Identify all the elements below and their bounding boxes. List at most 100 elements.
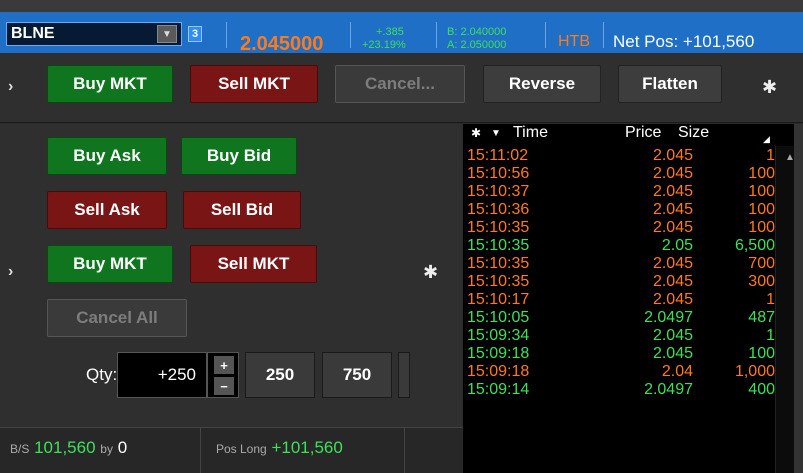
chevron-right-icon[interactable]: › (8, 263, 13, 281)
ts-size: 700 (748, 255, 775, 272)
gear-icon[interactable]: ✱ (423, 262, 438, 283)
ts-size: 100 (748, 165, 775, 182)
ts-time: 15:10:17 (467, 291, 530, 308)
ts-size: 6,500 (734, 237, 775, 254)
divider (545, 22, 546, 48)
ts-time: 15:10:35 (467, 237, 530, 254)
sell-mkt-button[interactable]: Sell MKT (190, 65, 318, 103)
ts-header-price[interactable]: Price (625, 124, 661, 142)
chevron-right-icon[interactable]: › (8, 78, 13, 96)
time-and-sales: ✱ ▼ Time Price Size ◢ 15:11:02 2.045 1 15:1… (463, 124, 803, 473)
position-status-bar: B/S 101,560 by 0 Pos Long +101,560 (0, 427, 462, 473)
ts-price: 2.045 (652, 219, 693, 236)
sell-ask-button[interactable]: Sell Ask (47, 191, 167, 229)
ts-size: 100 (748, 201, 775, 218)
ts-size: 300 (748, 273, 775, 290)
ts-price: 2.045 (652, 147, 693, 164)
qty-preset-250[interactable]: 250 (245, 352, 315, 398)
net-position: Net Pos: +101,560 (613, 32, 755, 51)
ts-time: 15:09:18 (467, 345, 530, 362)
ts-price: 2.045 (652, 183, 693, 200)
ts-time: 15:09:18 (467, 363, 530, 380)
ts-price: 2.045 (652, 201, 693, 218)
ts-row: 15:11:02 2.045 1 (463, 147, 775, 165)
ts-time: 15:10:05 (467, 309, 530, 326)
buy-bid-button[interactable]: Buy Bid (181, 137, 297, 175)
gear-icon[interactable]: ✱ (762, 77, 777, 98)
cancel-button[interactable]: Cancel... (335, 65, 465, 103)
ts-size: 100 (748, 219, 775, 236)
decrement-button[interactable]: − (214, 377, 234, 395)
ts-header-time[interactable]: Time (513, 124, 548, 142)
ts-row: 15:10:37 2.045 100 (463, 183, 775, 201)
bs-status: B/S 101,560 by 0 (10, 438, 127, 458)
ts-row: 15:10:35 2.045 700 (463, 255, 775, 273)
buy-mkt-button-panel[interactable]: Buy MKT (47, 245, 173, 283)
ts-row: 15:10:35 2.045 100 (463, 219, 775, 237)
ts-row: 15:10:35 2.045 300 (463, 273, 775, 291)
bs-label: B/S (10, 442, 30, 456)
ts-time: 15:10:35 (467, 219, 530, 236)
ts-size: 1,000 (734, 363, 775, 380)
bs-value: 101,560 (34, 438, 96, 457)
resize-corner-icon[interactable]: ◢ (763, 134, 770, 145)
qty-preset-more[interactable] (398, 352, 410, 398)
ts-time: 15:11:02 (467, 147, 529, 164)
sell-mkt-button-panel[interactable]: Sell MKT (190, 245, 317, 283)
ts-price: 2.04 (661, 363, 693, 380)
symbol-input[interactable]: BLNE ▼ (6, 22, 182, 46)
ts-size: 487 (748, 309, 775, 326)
pos-label: Pos Long (216, 442, 267, 456)
ts-size: 100 (748, 183, 775, 200)
ts-price: 2.045 (652, 327, 693, 344)
qty-preset-750[interactable]: 750 (322, 352, 392, 398)
divider (404, 428, 405, 473)
htb-badge: HTB (558, 33, 590, 50)
chevron-down-icon[interactable]: ▼ (157, 25, 177, 43)
ts-row: 15:09:34 2.045 1 (463, 327, 775, 345)
ts-size: 400 (748, 381, 775, 398)
ts-price: 2.045 (652, 291, 693, 308)
ts-row: 15:09:18 2.045 100 (463, 345, 775, 363)
qty-input[interactable]: +250 (117, 352, 207, 398)
qty-label: Qty: (86, 365, 118, 384)
gear-icon[interactable]: ✱ (471, 126, 481, 140)
ts-price: 2.045 (652, 345, 693, 362)
ts-size: 1 (766, 327, 775, 344)
ts-time: 15:09:14 (467, 381, 530, 398)
buy-mkt-button[interactable]: Buy MKT (47, 65, 173, 103)
ts-row: 15:10:05 2.0497 487 (463, 309, 775, 327)
change-block: +.385 +23.19% (362, 26, 406, 52)
ts-price: 2.0497 (644, 309, 693, 326)
reverse-button[interactable]: Reverse (483, 65, 601, 103)
ts-price: 2.045 (652, 255, 693, 272)
link-group-badge[interactable]: 3 (188, 26, 202, 42)
divider (603, 22, 604, 48)
divider (226, 22, 227, 48)
ts-price: 2.0497 (644, 381, 693, 398)
ts-time: 15:10:35 (467, 273, 530, 290)
sort-down-icon[interactable]: ▼ (491, 128, 501, 139)
pos-status: Pos Long +101,560 (216, 438, 343, 458)
quick-toolbar: › Buy MKT Sell MKT Cancel... Reverse Fla… (0, 53, 803, 123)
buy-ask-button[interactable]: Buy Ask (47, 137, 167, 175)
ts-header-size[interactable]: Size (678, 124, 709, 142)
sell-bid-button[interactable]: Sell Bid (183, 191, 301, 229)
by-value: 0 (117, 438, 128, 457)
ts-row: 15:10:17 2.045 1 (463, 291, 775, 309)
symbol-text: BLNE (11, 25, 55, 42)
change-pct: +23.19% (362, 39, 406, 51)
window-edge (794, 124, 803, 473)
ts-row: 15:09:14 2.0497 400 (463, 381, 775, 399)
symbol-header: BLNE ▼ 3 2.045000 +.385 +23.19% B: 2.040… (0, 12, 803, 55)
ts-time: 15:10:36 (467, 201, 530, 218)
cancel-all-button[interactable]: Cancel All (47, 299, 187, 337)
qty-stepper[interactable]: + − (207, 352, 239, 398)
increment-button[interactable]: + (214, 356, 234, 374)
ts-time: 15:09:34 (467, 327, 530, 344)
divider (436, 22, 437, 48)
ts-size: 1 (766, 291, 775, 308)
bid-ask-block: B: 2.040000 A: 2.050000 (447, 26, 506, 52)
flatten-button[interactable]: Flatten (618, 65, 722, 103)
ts-row: 15:10:36 2.045 100 (463, 201, 775, 219)
